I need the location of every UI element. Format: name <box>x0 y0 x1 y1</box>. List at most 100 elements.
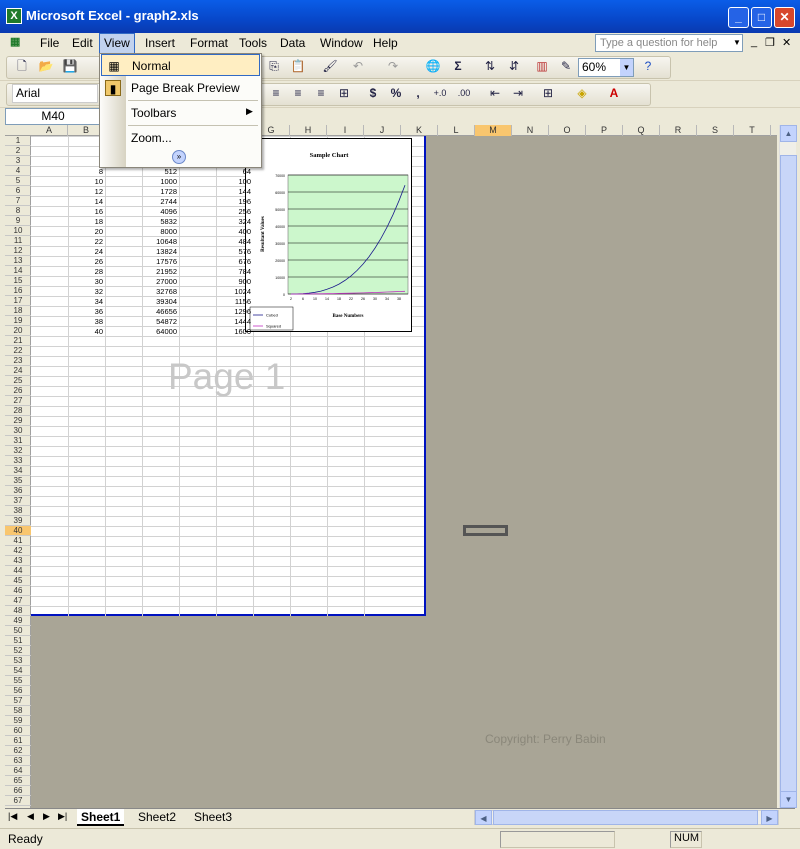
row-header-46[interactable]: 46 <box>5 586 31 596</box>
horizontal-scrollbar[interactable]: ◀ ▶ <box>474 810 779 825</box>
cell-c13[interactable]: 17576 <box>147 257 177 266</box>
row-header-31[interactable]: 31 <box>5 436 31 446</box>
menu-help[interactable]: Help <box>373 36 398 50</box>
cell-b11[interactable]: 22 <box>73 237 103 246</box>
row-header-62[interactable]: 62 <box>5 746 31 756</box>
column-header-k[interactable]: K <box>401 125 438 136</box>
menu-file[interactable]: File <box>40 36 59 50</box>
cell-b8[interactable]: 16 <box>73 207 103 216</box>
tab-sheet1[interactable]: Sheet1 <box>77 809 125 826</box>
cell-e18[interactable]: 1296 <box>221 307 251 316</box>
cell-e7[interactable]: 196 <box>221 197 251 206</box>
menu-item-page-break-preview[interactable]: ▮ Page Break Preview <box>101 77 260 99</box>
cell-b18[interactable]: 36 <box>73 307 103 316</box>
doc-minimize-button[interactable]: _ <box>751 36 757 48</box>
cell-e15[interactable]: 900 <box>221 277 251 286</box>
save-icon[interactable]: 💾 <box>62 58 78 74</box>
align-center-icon[interactable]: ≡ <box>290 85 306 101</box>
doc-restore-button[interactable]: ❐ <box>765 36 775 49</box>
row-header-26[interactable]: 26 <box>5 386 31 396</box>
row-header-23[interactable]: 23 <box>5 356 31 366</box>
menu-format[interactable]: Format <box>190 36 228 50</box>
cell-b13[interactable]: 26 <box>73 257 103 266</box>
percent-icon[interactable]: % <box>388 85 404 101</box>
cell-b5[interactable]: 10 <box>73 177 103 186</box>
currency-icon[interactable]: $ <box>365 85 381 101</box>
cell-b14[interactable]: 28 <box>73 267 103 276</box>
row-header-3[interactable]: 3 <box>5 156 31 166</box>
row-header-66[interactable]: 66 <box>5 786 31 796</box>
row-header-38[interactable]: 38 <box>5 506 31 516</box>
row-header-48[interactable]: 48 <box>5 606 31 616</box>
tab-sheet3[interactable]: Sheet3 <box>190 809 237 826</box>
row-header-15[interactable]: 15 <box>5 276 31 286</box>
undo-icon[interactable]: ↶ <box>350 58 366 74</box>
scroll-right-icon[interactable]: ▶ <box>761 810 778 825</box>
scroll-left-icon[interactable]: ◀ <box>475 810 492 825</box>
menu-tools[interactable]: Tools <box>239 36 267 50</box>
prev-sheet-icon[interactable]: ◀ <box>27 811 34 822</box>
column-header-s[interactable]: S <box>697 125 734 136</box>
cell-e14[interactable]: 784 <box>221 267 251 276</box>
next-sheet-icon[interactable]: ▶ <box>43 811 50 822</box>
increase-decimal-icon[interactable]: +.0 <box>432 85 448 101</box>
cell-c5[interactable]: 1000 <box>147 177 177 186</box>
row-header-8[interactable]: 8 <box>5 206 31 216</box>
cell-c20[interactable]: 64000 <box>147 327 177 336</box>
zoom-select[interactable]: 60% ▼ <box>578 58 634 77</box>
row-header-42[interactable]: 42 <box>5 546 31 556</box>
cell-b15[interactable]: 30 <box>73 277 103 286</box>
row-header-21[interactable]: 21 <box>5 336 31 346</box>
cell-b7[interactable]: 14 <box>73 197 103 206</box>
help-dropdown-icon[interactable]: ▼ <box>731 35 743 51</box>
cell-c6[interactable]: 1728 <box>147 187 177 196</box>
cell-c15[interactable]: 27000 <box>147 277 177 286</box>
row-header-43[interactable]: 43 <box>5 556 31 566</box>
cell-e9[interactable]: 324 <box>221 217 251 226</box>
excel-app-icon[interactable]: X <box>6 8 22 24</box>
row-header-5[interactable]: 5 <box>5 176 31 186</box>
row-header-14[interactable]: 14 <box>5 266 31 276</box>
column-header-o[interactable]: O <box>549 125 586 136</box>
cell-e16[interactable]: 1024 <box>221 287 251 296</box>
minimize-button[interactable]: _ <box>728 7 749 28</box>
cell-e6[interactable]: 144 <box>221 187 251 196</box>
cell-c11[interactable]: 10648 <box>147 237 177 246</box>
row-header-4[interactable]: 4 <box>5 166 31 176</box>
row-header-41[interactable]: 41 <box>5 536 31 546</box>
cell-e10[interactable]: 400 <box>221 227 251 236</box>
menu-item-zoom[interactable]: Zoom... <box>101 127 260 149</box>
menu-item-toolbars[interactable]: Toolbars ▶ <box>101 102 260 124</box>
cell-c17[interactable]: 39304 <box>147 297 177 306</box>
row-header-67[interactable]: 67 <box>5 796 31 806</box>
row-header-33[interactable]: 33 <box>5 456 31 466</box>
cell-c14[interactable]: 21952 <box>147 267 177 276</box>
cell-c18[interactable]: 46656 <box>147 307 177 316</box>
cell-e11[interactable]: 484 <box>221 237 251 246</box>
cell-c19[interactable]: 54872 <box>147 317 177 326</box>
merge-center-icon[interactable]: ⊞ <box>336 85 352 101</box>
row-header-7[interactable]: 7 <box>5 196 31 206</box>
row-header-29[interactable]: 29 <box>5 416 31 426</box>
vertical-scrollbar[interactable]: ▲ ▼ <box>779 125 797 808</box>
increase-indent-icon[interactable]: ⇥ <box>510 85 526 101</box>
menu-window[interactable]: Window <box>320 36 363 50</box>
cell-c7[interactable]: 2744 <box>147 197 177 206</box>
menu-insert[interactable]: Insert <box>145 36 175 50</box>
row-header-54[interactable]: 54 <box>5 666 31 676</box>
row-header-6[interactable]: 6 <box>5 186 31 196</box>
row-header-50[interactable]: 50 <box>5 626 31 636</box>
cell-e4[interactable]: 64 <box>221 167 251 176</box>
row-header-10[interactable]: 10 <box>5 226 31 236</box>
name-box[interactable]: M40 <box>5 108 101 125</box>
row-header-13[interactable]: 13 <box>5 256 31 266</box>
row-header-16[interactable]: 16 <box>5 286 31 296</box>
cell-e17[interactable]: 1156 <box>221 297 251 306</box>
row-header-44[interactable]: 44 <box>5 566 31 576</box>
row-header-32[interactable]: 32 <box>5 446 31 456</box>
drawing-icon[interactable]: ✎ <box>558 58 574 74</box>
row-header-61[interactable]: 61 <box>5 736 31 746</box>
tab-sheet2[interactable]: Sheet2 <box>134 809 181 826</box>
expand-menu-icon[interactable]: » <box>172 150 186 164</box>
maximize-button[interactable]: □ <box>751 7 772 28</box>
